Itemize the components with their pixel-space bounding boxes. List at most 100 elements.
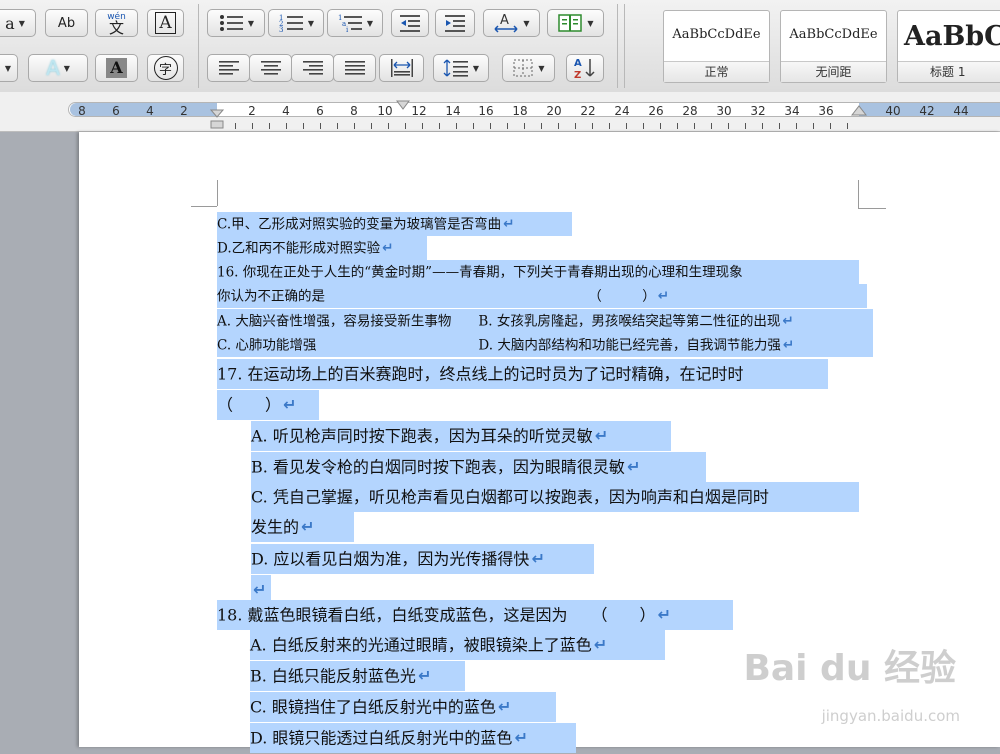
document-line[interactable]: C. 凭自己掌握，听见枪声看见白烟都可以按跑表，因为响声和白烟是同时: [251, 482, 859, 512]
document-line[interactable]: D. 应以看见白烟为准，因为光传播得快 ↵: [251, 544, 594, 574]
phonetic-guide-button[interactable]: wén 文: [95, 9, 138, 37]
ruler-tick: [507, 123, 508, 129]
document-line[interactable]: D.乙和丙不能形成对照实验 ↵: [217, 236, 427, 260]
document-line[interactable]: （ ） ↵: [217, 390, 319, 420]
ruler-label: 20: [546, 104, 562, 118]
line-text: A. 白纸反射来的光通过眼睛，被眼镜染上了蓝色: [250, 635, 592, 655]
line-text: C.甲、乙形成对照实验的变量为玻璃管是否弯曲: [217, 216, 502, 233]
document-line[interactable]: 16. 你现在正处于人生的“黄金时期”——青春期，下列关于青春期出现的心理和生理…: [217, 260, 859, 284]
document-line[interactable]: A. 大脑兴奋性增强，容易接受新生事物 B. 女孩乳房隆起，男孩喉结突起等第二性…: [217, 309, 873, 333]
ruler-tick: [745, 123, 746, 129]
align-left-icon: [218, 61, 239, 75]
paragraph-mark-icon: ↵: [626, 457, 641, 476]
character-shading-button[interactable]: A: [95, 54, 138, 82]
ruler-tick: [830, 123, 831, 129]
distributed-align-button[interactable]: [379, 54, 424, 82]
baidu-watermark-url: jingyan.baidu.com: [821, 707, 960, 725]
ruler-tick: [575, 123, 576, 129]
toolbar-separator: [198, 4, 199, 88]
ruler-label: 6: [112, 104, 120, 118]
style-heading-1[interactable]: AaBbC 标题 1: [897, 10, 1000, 83]
justify-button[interactable]: [333, 54, 376, 82]
document-line[interactable]: C. 眼镜挡住了白纸反射光中的蓝色 ↵: [250, 692, 556, 722]
ruler-tick: [235, 123, 236, 129]
ruler-tick: [456, 123, 457, 129]
line-text: C. 凭自己掌握，听见枪声看见白烟都可以按跑表，因为响声和白烟是同时: [251, 487, 769, 507]
text-effects-button[interactable]: A ▼: [28, 54, 88, 82]
enclose-character-button[interactable]: 字: [147, 54, 184, 82]
document-line[interactable]: 发生的 ↵: [251, 512, 354, 542]
ruler-tick: [286, 123, 287, 129]
bullet-list-icon: [219, 15, 243, 31]
crop-mark-top-left: [191, 206, 217, 207]
ruler-tick: [728, 123, 729, 129]
columns-button[interactable]: ▼: [547, 9, 604, 37]
justify-icon: [344, 61, 365, 75]
line-text: B. 白纸只能反射蓝色光: [250, 666, 416, 686]
style-no-spacing[interactable]: AaBbCcDdEe 无间距: [780, 10, 887, 83]
document-line[interactable]: B. 白纸只能反射蓝色光 ↵: [250, 661, 465, 691]
first-line-indent-marker[interactable]: [210, 109, 224, 129]
align-right-icon: [302, 61, 323, 75]
ruler-tick: [541, 123, 542, 129]
paragraph-mark-icon: ↵: [417, 666, 432, 685]
ruler-tick: [337, 123, 338, 129]
ruler-tick: [847, 123, 848, 129]
sort-button[interactable]: AZ: [566, 54, 604, 82]
ruler-tick: [354, 123, 355, 129]
crop-mark-top-right: [858, 180, 859, 208]
ruler-label: 34: [784, 104, 800, 118]
document-line[interactable]: D. 眼镜只能透过白纸反射光中的蓝色 ↵: [250, 723, 576, 753]
chevron-down-icon: ▼: [472, 63, 480, 73]
paragraph-mark-icon: ↵: [253, 580, 267, 599]
indent-icon: [445, 15, 465, 32]
paragraph-mark-icon: ↵: [593, 635, 608, 654]
ruler-label: 8: [78, 104, 86, 118]
multilevel-list-button[interactable]: 1 a i ▼: [327, 9, 383, 37]
line-text: 16. 你现在正处于人生的“黄金时期”——青春期，下列关于青春期出现的心理和生理…: [217, 264, 743, 281]
spell-check-button[interactable]: Ab: [45, 9, 88, 37]
paragraph-mark-icon: ↵: [514, 728, 528, 747]
ruler-tick: [269, 123, 270, 129]
line-spacing-button[interactable]: ▼: [433, 54, 489, 82]
decrease-indent-button[interactable]: [391, 9, 429, 37]
ruler-label: 10: [377, 104, 393, 118]
paragraph-mark-icon: ↵: [382, 240, 394, 256]
bullets-button[interactable]: ▼: [207, 9, 265, 37]
paragraph-mark-icon: ↵: [497, 697, 512, 716]
align-left-button[interactable]: [207, 54, 250, 82]
font-size-dropdown[interactable]: ▼: [0, 54, 18, 82]
chevron-down-icon: ▼: [366, 18, 374, 28]
align-center-button[interactable]: [249, 54, 292, 82]
document-line[interactable]: B. 看见发令枪的白烟同时按下跑表，因为眼睛很灵敏 ↵: [251, 452, 706, 482]
hanging-indent-marker[interactable]: [396, 100, 410, 110]
document-line[interactable]: 你认为不正确的是 （ ） ↵: [217, 284, 867, 308]
increase-indent-button[interactable]: [435, 9, 475, 37]
ruler-label: 2: [180, 104, 188, 118]
ruler-tick: [439, 123, 440, 129]
text-direction-button[interactable]: A ▼: [483, 9, 540, 37]
line-text: D. 应以看见白烟为准，因为光传播得快: [251, 549, 530, 569]
right-indent-marker[interactable]: [851, 104, 867, 116]
chevron-down-icon: ▼: [307, 18, 315, 28]
font-color-button[interactable]: a ▼: [0, 9, 36, 37]
document-line[interactable]: C. 心肺功能增强 D. 大脑内部结构和功能已经完善，自我调节能力强 ↵: [217, 333, 873, 357]
paragraph-mark-icon: ↵: [301, 517, 315, 536]
document-line[interactable]: A. 听见枪声同时按下跑表，因为耳朵的听觉灵敏 ↵: [251, 421, 671, 451]
align-right-button[interactable]: [291, 54, 334, 82]
document-line[interactable]: 18. 戴蓝色眼镜看白纸，白纸变成蓝色，这是因为 （ ） ↵: [217, 600, 733, 630]
style-normal[interactable]: AaBbCcDdEe 正常: [663, 10, 770, 83]
borders-button[interactable]: ▼: [502, 54, 555, 82]
paragraph-mark-icon: ↵: [657, 605, 671, 624]
ruler-tick: [422, 123, 423, 129]
spell-icon: Ab: [57, 15, 76, 31]
ruler-label: 24: [614, 104, 630, 118]
character-border-button[interactable]: A: [147, 9, 184, 37]
numbering-button[interactable]: 1 2 3 ▼: [268, 9, 324, 37]
ruler-label: 36: [818, 104, 834, 118]
document-line[interactable]: 17. 在运动场上的百米赛跑时，终点线上的记时员为了记时精确，在记时时: [217, 359, 828, 389]
line-text: D. 眼镜只能透过白纸反射光中的蓝色: [250, 728, 513, 748]
document-line[interactable]: C.甲、乙形成对照实验的变量为玻璃管是否弯曲 ↵: [217, 212, 572, 236]
chevron-down-icon: ▼: [538, 63, 545, 73]
document-line[interactable]: A. 白纸反射来的光通过眼睛，被眼镜染上了蓝色 ↵: [250, 630, 665, 660]
